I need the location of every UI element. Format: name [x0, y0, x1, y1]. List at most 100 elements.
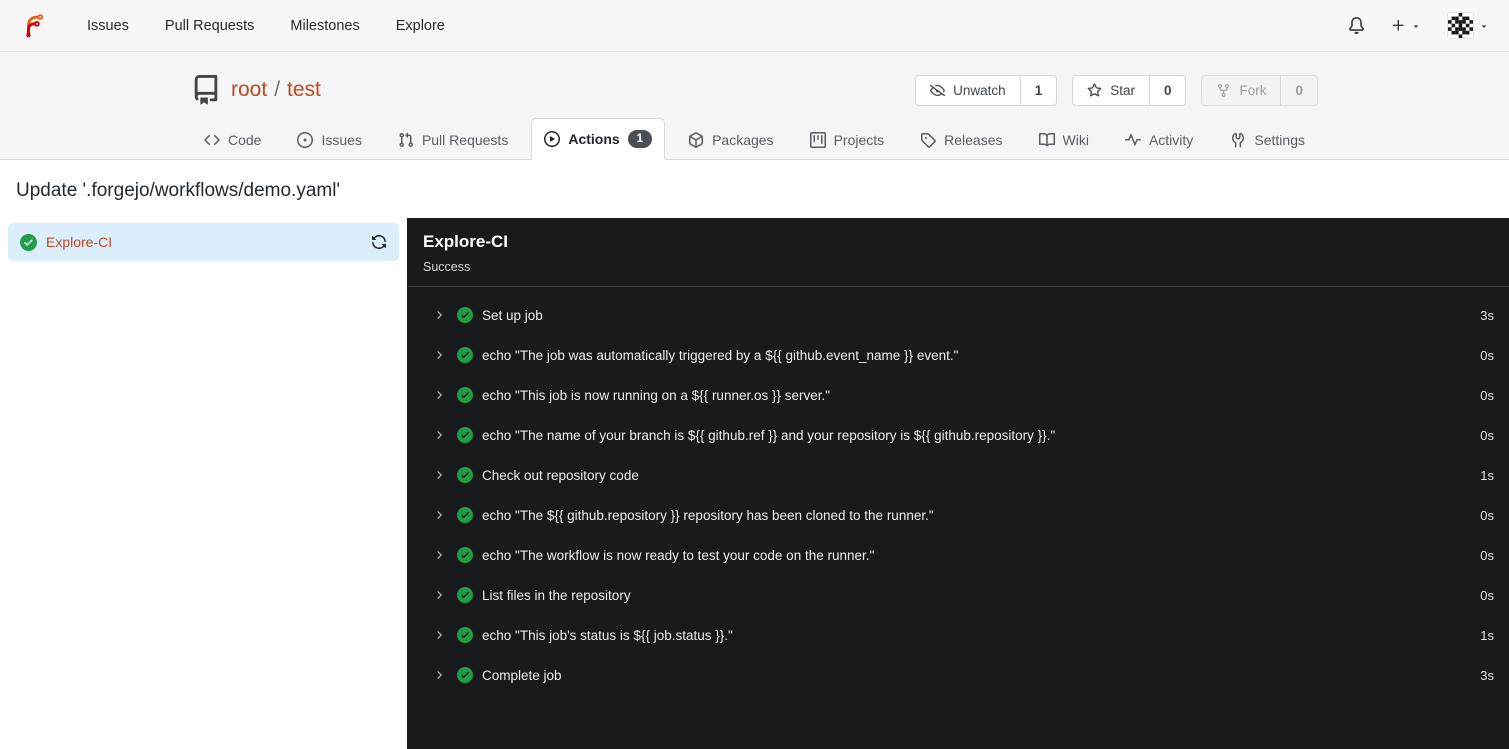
chevron-down-icon [1481, 24, 1487, 28]
step-duration: 0s [1480, 587, 1494, 603]
tab-settings[interactable]: Settings [1217, 120, 1318, 159]
chevron-right-icon [433, 509, 445, 521]
star-label: Star [1110, 82, 1135, 98]
actions-count-badge: 1 [627, 130, 653, 148]
fork-button-group: Fork 0 [1201, 74, 1318, 106]
user-menu[interactable] [1447, 12, 1489, 39]
jobs-sidebar: Explore-CI [0, 218, 407, 749]
fork-icon [1216, 83, 1231, 98]
tab-wiki[interactable]: Wiki [1026, 120, 1102, 159]
step-name: Set up job [482, 307, 543, 323]
step-row[interactable]: Complete job 3s [407, 655, 1509, 695]
avatar-identicon [1447, 12, 1474, 39]
step-duration: 3s [1480, 667, 1494, 683]
tab-issues[interactable]: Issues [284, 120, 374, 159]
tab-releases[interactable]: Releases [907, 120, 1015, 159]
step-row[interactable]: echo "The job was automatically triggere… [407, 335, 1509, 375]
tab-projects-label: Projects [833, 132, 885, 148]
nav-issues[interactable]: Issues [73, 10, 143, 42]
watch-button-group: Unwatch 1 [915, 74, 1058, 106]
chevron-right-icon [433, 549, 445, 561]
step-duration: 1s [1480, 627, 1494, 643]
repo-owner-link[interactable]: root [231, 78, 267, 101]
tab-actions-label: Actions [568, 131, 620, 147]
package-icon [688, 132, 704, 148]
step-name: List files in the repository [482, 587, 631, 603]
topnav-right [1348, 12, 1489, 39]
tab-activity[interactable]: Activity [1112, 120, 1206, 159]
tab-activity-label: Activity [1148, 132, 1194, 148]
forgejo-logo[interactable] [20, 12, 47, 39]
tab-pull-requests[interactable]: Pull Requests [385, 120, 521, 159]
tab-packages-label: Packages [712, 132, 774, 148]
nav-milestones[interactable]: Milestones [276, 10, 373, 42]
repo-icon [194, 75, 218, 105]
tab-releases-label: Releases [944, 132, 1003, 148]
chevron-right-icon [433, 669, 445, 681]
watchers-count[interactable]: 1 [1019, 75, 1057, 105]
tab-actions[interactable]: Actions 1 [531, 118, 666, 160]
repo-action-buttons: Unwatch 1 Star 0 Fork 0 [915, 74, 1318, 106]
repo-header: root / test Unwatch 1 Star 0 Fork 0 Code… [0, 52, 1509, 160]
fork-button: Fork [1202, 76, 1280, 105]
step-duration: 0s [1480, 507, 1494, 523]
step-name: echo "The workflow is now ready to test … [482, 547, 875, 563]
star-icon [1087, 82, 1102, 98]
tab-code[interactable]: Code [191, 120, 274, 159]
job-log-header: Explore-CI Success [407, 218, 1509, 287]
steps-list: Set up job 3s echo "The job was automati… [407, 287, 1509, 703]
repo-path-separator: / [274, 78, 281, 101]
step-duration: 0s [1480, 347, 1494, 363]
step-row[interactable]: Set up job 3s [407, 295, 1509, 335]
star-button-group: Star 0 [1072, 74, 1187, 106]
check-circle-icon [457, 387, 473, 403]
step-duration: 1s [1480, 467, 1494, 483]
fork-label: Fork [1239, 82, 1267, 98]
forgejo-logo-icon [26, 14, 44, 38]
rerun-job-button[interactable] [371, 234, 387, 250]
step-row[interactable]: List files in the repository 0s [407, 575, 1509, 615]
step-row[interactable]: echo "The ${{ github.repository }} repos… [407, 495, 1509, 535]
step-row[interactable]: echo "This job is now running on a ${{ r… [407, 375, 1509, 415]
job-name-label: Explore-CI [46, 234, 113, 250]
step-name: echo "The ${{ github.repository }} repos… [482, 507, 934, 523]
step-duration: 0s [1480, 547, 1494, 563]
step-row[interactable]: echo "This job's status is ${{ job.statu… [407, 615, 1509, 655]
check-circle-icon [457, 627, 473, 643]
notifications-button[interactable] [1348, 17, 1365, 34]
create-new-menu[interactable] [1391, 18, 1421, 33]
step-name: echo "This job's status is ${{ job.statu… [482, 627, 733, 643]
chevron-right-icon [433, 589, 445, 601]
chevron-right-icon [433, 309, 445, 321]
check-circle-icon [457, 467, 473, 483]
code-icon [204, 132, 220, 148]
plus-icon [1392, 19, 1404, 31]
job-title: Explore-CI [423, 232, 509, 251]
tab-packages[interactable]: Packages [675, 120, 786, 159]
step-row[interactable]: Check out repository code 1s [407, 455, 1509, 495]
check-circle-icon [457, 347, 473, 363]
pull-request-icon [398, 132, 414, 148]
unwatch-button[interactable]: Unwatch [916, 76, 1020, 105]
topnav-links: Issues Pull Requests Milestones Explore [73, 10, 459, 42]
tab-wiki-label: Wiki [1062, 132, 1089, 148]
stars-count[interactable]: 0 [1148, 75, 1186, 105]
project-icon [809, 132, 826, 148]
repo-breadcrumb: root / test [231, 78, 321, 102]
step-name: echo "The job was automatically triggere… [482, 347, 959, 363]
chevron-right-icon [433, 469, 445, 481]
repo-name-link[interactable]: test [287, 78, 321, 101]
sidebar-job-explore-ci[interactable]: Explore-CI [8, 223, 399, 261]
check-circle-icon [457, 427, 473, 443]
sync-icon [372, 235, 386, 249]
step-duration: 3s [1480, 307, 1494, 323]
page-title: Update '.forgejo/workflows/demo.yaml' [16, 180, 341, 201]
step-row[interactable]: echo "The name of your branch is ${{ git… [407, 415, 1509, 455]
tab-projects[interactable]: Projects [797, 120, 898, 159]
star-button[interactable]: Star [1073, 76, 1149, 105]
nav-pull-requests[interactable]: Pull Requests [151, 10, 268, 42]
step-row[interactable]: echo "The workflow is now ready to test … [407, 535, 1509, 575]
nav-explore[interactable]: Explore [382, 10, 459, 42]
check-circle-icon [457, 667, 473, 683]
step-name: Check out repository code [482, 467, 639, 483]
